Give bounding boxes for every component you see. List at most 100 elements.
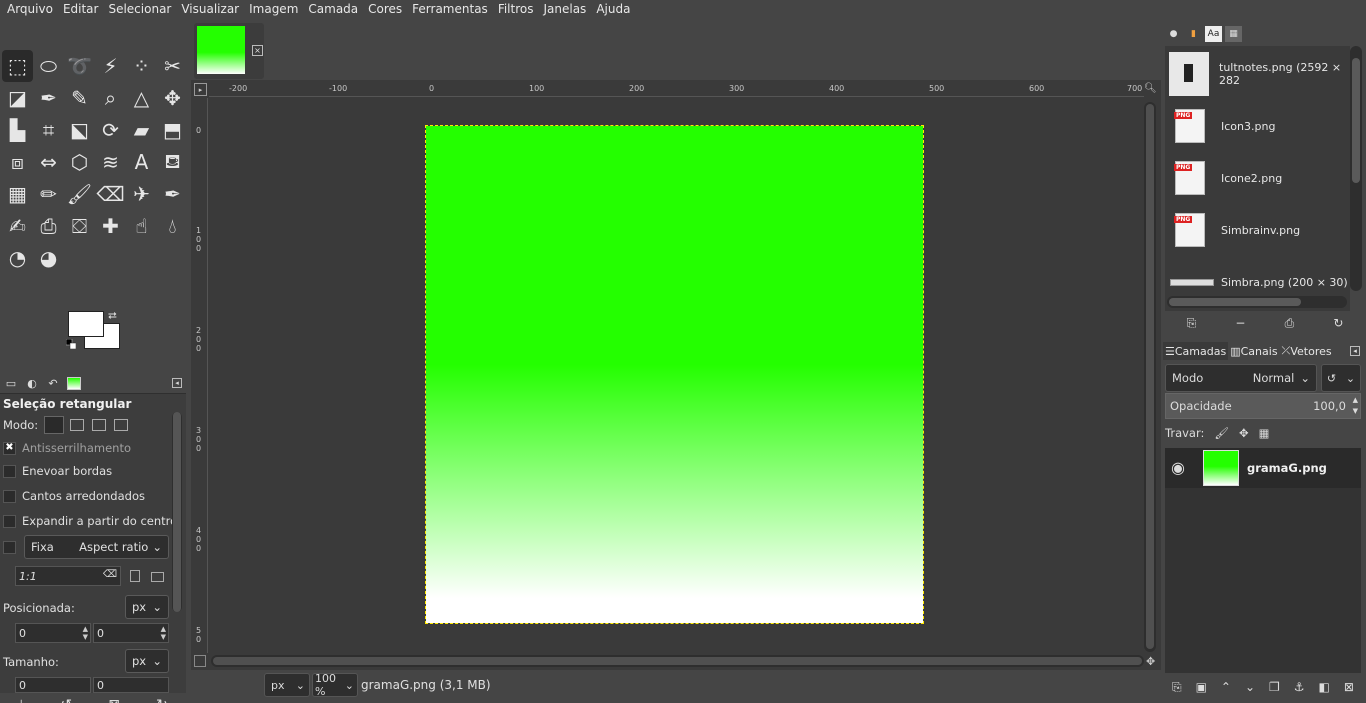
opacity-spinner[interactable]: Opacidade 100,0 ▲ ▼ [1165, 393, 1361, 419]
navigate-icon[interactable]: ✥ [1146, 655, 1158, 668]
image-list-item[interactable]: PNG Icon3.png [1169, 102, 1349, 150]
images-tab-icon[interactable]: ▦ [1225, 26, 1242, 42]
color-picker-icon[interactable]: ✎ [64, 82, 95, 114]
image-list-item[interactable]: PNG Icone2.png [1169, 154, 1349, 202]
feather-checkbox[interactable] [3, 464, 16, 478]
dock-menu-icon[interactable]: ◂ [1350, 346, 1360, 356]
fixed-checkbox[interactable] [3, 541, 16, 554]
images-horizontal-scrollbar[interactable] [1167, 296, 1347, 308]
portrait-icon[interactable] [130, 570, 140, 582]
paintbrush-icon[interactable]: 🖌︎ [64, 178, 95, 210]
free-select-icon[interactable]: ➰ [64, 50, 95, 82]
rounded-row[interactable]: Cantos arredondados [3, 489, 145, 503]
horizontal-ruler[interactable]: -200 -100 0 100 200 300 400 500 600 700 [209, 83, 1144, 97]
new-layer-icon[interactable]: ⎘ [1172, 680, 1182, 695]
image-tab-icon[interactable] [67, 376, 81, 390]
layer-row[interactable]: ◉ gramaG.png [1165, 448, 1361, 488]
rotate-icon[interactable]: ⟳ [95, 114, 126, 146]
zoom-icon[interactable]: ⌕ [95, 82, 126, 114]
size-x-input[interactable]: 0 [15, 677, 91, 693]
position-unit-combo[interactable]: px ⌄ [125, 595, 169, 619]
zoom-combo[interactable]: 100 % ⌄ [312, 672, 358, 698]
mode-add-icon[interactable] [70, 419, 85, 431]
refresh-icon[interactable]: ↻ [1333, 316, 1343, 330]
eye-icon[interactable]: ◉ [1171, 458, 1185, 477]
eraser-icon[interactable]: ⌫ [95, 178, 126, 210]
clear-icon[interactable]: ⌫ [103, 569, 117, 580]
delete-preset-icon[interactable]: ⊠ [108, 697, 120, 703]
scrollbar-thumb[interactable] [1169, 298, 1301, 306]
images-vertical-scrollbar[interactable] [1350, 46, 1362, 291]
fuzzy-select-icon[interactable]: ⚡ [95, 50, 126, 82]
cage-transform-icon[interactable]: ⬡ [64, 146, 95, 178]
vertical-ruler[interactable]: 0 1 0 0 2 0 0 3 0 0 4 0 0 5 0 [194, 98, 208, 653]
position-x-input[interactable]: 0 ▲ ▼ [15, 623, 91, 643]
tab-canais[interactable]: ▥ Canais [1228, 342, 1279, 360]
anchor-icon[interactable]: ⚓ [1294, 680, 1305, 694]
reset-options-icon[interactable]: ↻ [156, 697, 168, 703]
gradient-icon[interactable]: ▦ [2, 178, 33, 210]
patterns-tab-icon[interactable]: ▮ [1185, 26, 1202, 42]
duplicate-layer-icon[interactable]: ❐ [1269, 680, 1280, 694]
measure-icon[interactable]: △ [126, 82, 157, 114]
perspective-clone-icon[interactable]: ⛋ [64, 210, 95, 242]
perspective-icon[interactable]: ⬒ [157, 114, 188, 146]
undo-history-tab-icon[interactable]: ↶ [44, 375, 62, 391]
quick-mask-icon[interactable] [194, 655, 206, 667]
expand-checkbox[interactable] [3, 514, 16, 528]
raise-display-icon[interactable]: ⎘ [1187, 316, 1197, 331]
lock-pixels-icon[interactable]: 🖌︎ [1214, 426, 1229, 440]
mypaint-brush-icon[interactable]: ✍ [2, 210, 33, 242]
scissors-select-icon[interactable]: ✂ [157, 50, 188, 82]
crop-icon[interactable]: ⌗ [33, 114, 64, 146]
antialias-checkbox[interactable]: ✖ [3, 441, 16, 455]
scrollbar-thumb[interactable] [213, 657, 1142, 665]
close-icon[interactable]: × [252, 45, 263, 56]
clone-icon[interactable]: ⎙ [33, 210, 64, 242]
landscape-icon[interactable] [151, 572, 164, 582]
spin-arrows-icon[interactable]: ▲ ▼ [161, 625, 166, 641]
image-list-item[interactable]: PNG Simbrainv.png [1169, 206, 1349, 254]
layer-mode-combo[interactable]: Modo Normal ⌄ [1165, 364, 1317, 392]
size-unit-combo[interactable]: px ⌄ [125, 649, 169, 673]
spin-arrows-icon[interactable]: ▲ ▼ [83, 625, 88, 641]
blur-icon[interactable]: 💧︎ [157, 210, 188, 242]
flip-icon[interactable]: ⇔ [33, 146, 64, 178]
feather-row[interactable]: Enevoar bordas [3, 464, 112, 478]
dodge-burn-icon[interactable]: ◔ [2, 242, 33, 274]
tab-camadas[interactable]: ☰ Camadas [1163, 342, 1229, 360]
mode-intersect-icon[interactable] [114, 419, 129, 431]
dock-menu-icon[interactable]: ◂ [172, 378, 182, 388]
image-menu-icon[interactable]: ▸ [194, 83, 207, 96]
device-status-tab-icon[interactable]: ◐ [23, 375, 41, 391]
align-icon[interactable]: ▙ [2, 114, 33, 146]
warp-transform-icon[interactable]: ≋ [95, 146, 126, 178]
lock-alpha-icon[interactable]: ▦ [1259, 426, 1270, 440]
raise-layer-icon[interactable]: ⌃ [1221, 680, 1231, 694]
ratio-input[interactable]: 1:1 ⌫ [15, 566, 121, 586]
image-tab[interactable]: × [194, 23, 264, 79]
menu-editar[interactable]: Editar [58, 0, 104, 18]
composite-mode-combo[interactable]: ↺ ⌄ [1321, 364, 1361, 392]
size-y-input[interactable]: 0 [93, 677, 169, 693]
text-icon[interactable]: A [126, 146, 157, 178]
unit-combo[interactable]: px ⌄ [264, 673, 310, 697]
tab-vetores[interactable]: ⤫ Vetores [1280, 342, 1334, 360]
menu-janelas[interactable]: Janelas [538, 0, 591, 18]
menu-visualizar[interactable]: Visualizar [176, 0, 244, 18]
foreground-select-icon[interactable]: ◪ [2, 82, 33, 114]
horizontal-scrollbar[interactable] [211, 655, 1144, 667]
rect-select-icon[interactable]: ⬚ [2, 50, 33, 82]
menu-imagem[interactable]: Imagem [244, 0, 303, 18]
menu-filtros[interactable]: Filtros [493, 0, 539, 18]
image-list-item[interactable]: tultnotes.png (2592 × 282 [1169, 50, 1349, 98]
brushes-tab-icon[interactable]: ● [1165, 26, 1182, 42]
shear-icon[interactable]: ▰ [126, 114, 157, 146]
zoom-image-icon[interactable]: 🔍︎ [1144, 83, 1158, 97]
lower-layer-icon[interactable]: ⌄ [1245, 680, 1255, 694]
ellipse-select-icon[interactable]: ⬭ [33, 50, 64, 82]
dodge-icon2[interactable]: ◕ [33, 242, 64, 274]
unified-transform-icon[interactable]: ⬕ [64, 114, 95, 146]
heal-icon[interactable]: ✚ [95, 210, 126, 242]
tool-options-scrollbar[interactable] [172, 412, 182, 612]
